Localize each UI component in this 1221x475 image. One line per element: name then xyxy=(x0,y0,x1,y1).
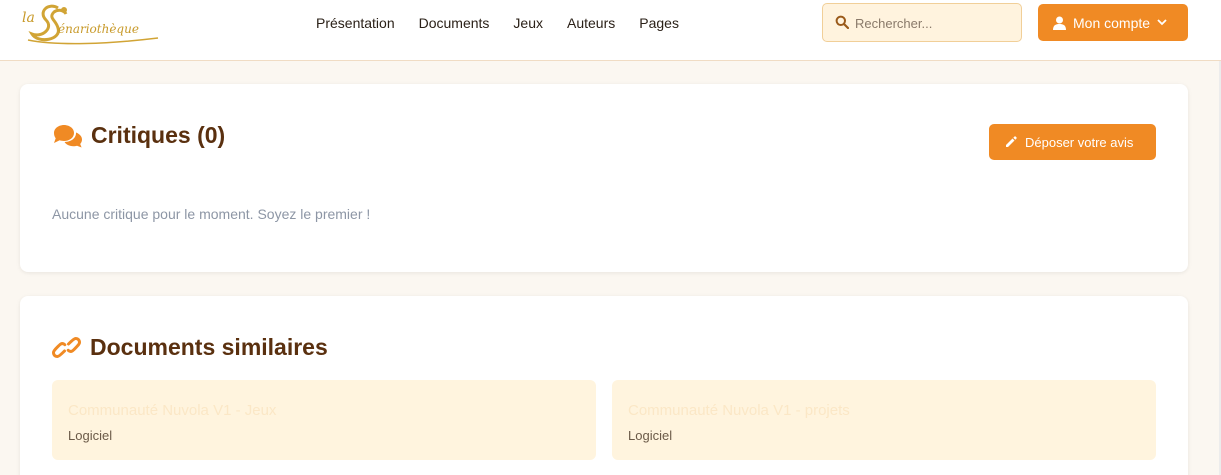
site-logo[interactable]: la énariothèque xyxy=(18,0,168,50)
empty-critiques-message: Aucune critique pour le moment. Soyez le… xyxy=(52,206,371,222)
search-icon[interactable] xyxy=(835,15,850,34)
similar-document-type: Logiciel xyxy=(68,428,113,443)
nav-jeux[interactable]: Jeux xyxy=(513,15,543,31)
link-icon xyxy=(52,336,82,360)
nav-auteurs[interactable]: Auteurs xyxy=(567,15,615,31)
search-input[interactable] xyxy=(855,13,1015,33)
nav-presentation[interactable]: Présentation xyxy=(316,15,395,31)
critiques-heading: Critiques (0) xyxy=(52,122,225,149)
similar-documents-heading: Documents similaires xyxy=(52,334,328,361)
user-icon xyxy=(1053,16,1066,30)
account-label: Mon compte xyxy=(1073,14,1151,31)
nav-documents[interactable]: Documents xyxy=(419,15,490,31)
top-header: la énariothèque Présentation Documents J… xyxy=(0,0,1221,61)
similar-document-title[interactable]: Communauté Nuvola V1 - Jeux xyxy=(68,402,276,419)
main-nav: Présentation Documents Jeux Auteurs Page… xyxy=(316,15,703,31)
critiques-card: Critiques (0) Déposer votre avis Aucune … xyxy=(20,84,1188,272)
pencil-icon xyxy=(1005,136,1017,148)
similar-document-card[interactable]: Communauté Nuvola V1 - Jeux Logiciel xyxy=(52,380,596,460)
search-box xyxy=(822,3,1022,42)
chevron-down-icon xyxy=(1157,19,1167,26)
svg-text:la: la xyxy=(22,10,35,26)
similar-documents-card: Documents similaires Communauté Nuvola V… xyxy=(20,296,1188,475)
svg-text:énariothèque: énariothèque xyxy=(58,22,139,36)
similar-document-title[interactable]: Communauté Nuvola V1 - projets xyxy=(628,402,850,419)
nav-pages[interactable]: Pages xyxy=(639,15,679,31)
account-button[interactable]: Mon compte xyxy=(1038,4,1188,41)
submit-review-button[interactable]: Déposer votre avis xyxy=(989,124,1156,160)
comments-icon xyxy=(52,124,83,148)
similar-document-card[interactable]: Communauté Nuvola V1 - projets Logiciel xyxy=(612,380,1156,460)
similar-document-type: Logiciel xyxy=(628,428,673,443)
